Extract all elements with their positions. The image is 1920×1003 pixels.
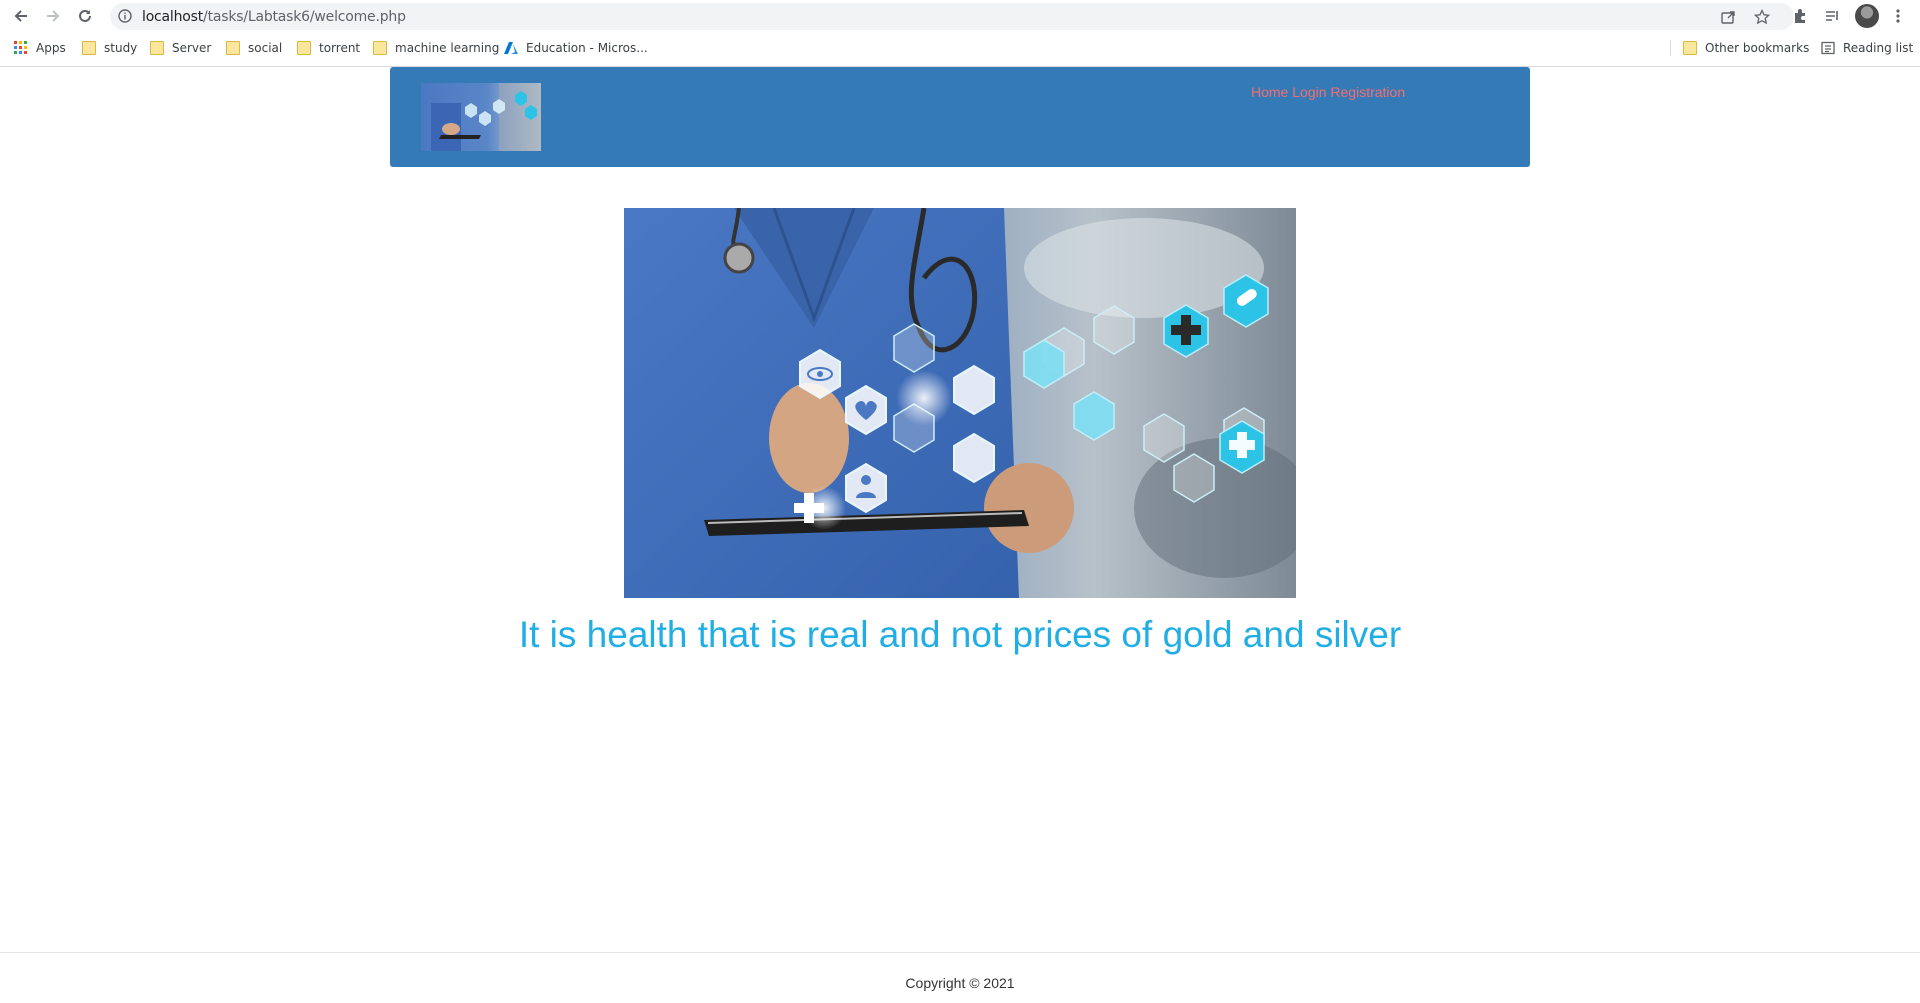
site-footer: Copyright © 2021 (0, 952, 1920, 1003)
apps-grid-icon (14, 41, 27, 54)
site-header: Home Login Registration (390, 67, 1530, 167)
reading-list-label: Reading list (1843, 41, 1914, 55)
bookmark-education[interactable]: Education - Micros... (504, 36, 648, 60)
nav-login-link[interactable]: Login (1292, 84, 1326, 100)
address-bar[interactable]: localhost/tasks/Labtask6/welcome.php (110, 3, 1794, 30)
main-nav: Home Login Registration (1251, 84, 1405, 100)
reload-icon (79, 9, 91, 22)
bookmark-server[interactable]: Server (150, 36, 211, 60)
other-bookmarks[interactable]: Other bookmarks (1683, 36, 1809, 60)
bookmark-label: Server (172, 41, 212, 55)
bookmark-study[interactable]: study (82, 36, 137, 60)
folder-icon (150, 41, 164, 55)
share-icon[interactable] (1720, 9, 1736, 25)
bookmarks-bar: Apps study Server social torrent machine… (0, 36, 1920, 60)
bookmark-machine-learning[interactable]: machine learning (373, 36, 499, 60)
reading-list-icon (1821, 41, 1835, 55)
extensions-icon[interactable] (1791, 7, 1809, 25)
page-tagline: It is health that is real and not prices… (518, 614, 1402, 655)
bookmark-social[interactable]: social (226, 36, 282, 60)
profile-avatar[interactable] (1855, 4, 1879, 28)
url-host: localhost (142, 9, 204, 25)
arrow-left-icon (14, 10, 27, 22)
copyright-text: Copyright © 2021 (905, 975, 1015, 991)
bookmark-torrent[interactable]: torrent (297, 36, 360, 60)
more-menu-icon[interactable] (1889, 7, 1907, 25)
other-bookmarks-label: Other bookmarks (1705, 41, 1810, 55)
folder-icon (226, 41, 240, 55)
star-icon[interactable] (1754, 9, 1770, 25)
browser-chrome: localhost/tasks/Labtask6/welcome.php App… (0, 0, 1920, 67)
reading-queue-icon[interactable] (1823, 7, 1841, 25)
hero-image (624, 208, 1296, 598)
folder-icon (297, 41, 311, 55)
url-path: /tasks/Labtask6/welcome.php (203, 9, 406, 25)
bookmark-label: Apps (36, 41, 66, 55)
url-text: localhost/tasks/Labtask6/welcome.php (142, 9, 406, 25)
folder-icon (1683, 41, 1697, 55)
forward-button[interactable] (42, 5, 64, 27)
nav-registration-link[interactable]: Registration (1330, 84, 1405, 100)
bookmark-apps[interactable]: Apps (14, 36, 66, 60)
folder-icon (373, 41, 387, 55)
reading-list[interactable]: Reading list (1821, 36, 1913, 60)
site-logo[interactable] (421, 83, 541, 151)
folder-icon (82, 41, 96, 55)
bookmark-label: social (248, 41, 283, 55)
bookmark-separator (1670, 40, 1671, 56)
bookmark-label: study (104, 41, 138, 55)
back-button[interactable] (10, 5, 32, 27)
bookmark-label: torrent (319, 41, 361, 55)
arrow-right-icon (47, 10, 60, 22)
azure-icon (504, 42, 518, 54)
nav-home-link[interactable]: Home (1251, 84, 1288, 100)
reload-button[interactable] (74, 5, 96, 27)
bookmark-label: Education - Micros... (526, 41, 648, 55)
bookmark-label: machine learning (395, 41, 500, 55)
info-icon[interactable] (118, 9, 132, 23)
